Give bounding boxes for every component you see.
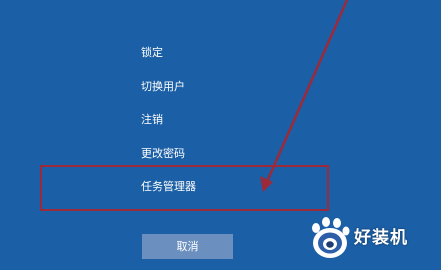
cancel-button[interactable]: 取消 xyxy=(142,234,233,259)
watermark-brand: 好装机 xyxy=(354,228,408,248)
menu-item-lock[interactable]: 锁定 xyxy=(141,46,163,60)
menu-item-switch-user[interactable]: 切换用户 xyxy=(141,80,185,94)
watermark: 好装机 xyxy=(300,214,441,270)
secure-attention-screen: 锁定 切换用户 注销 更改密码 任务管理器 取消 好装机 xyxy=(0,0,441,270)
menu-item-sign-out[interactable]: 注销 xyxy=(141,113,163,127)
menu-item-change-password[interactable]: 更改密码 xyxy=(141,147,185,161)
baidu-paw-icon xyxy=(312,217,350,258)
highlight-box xyxy=(40,165,329,211)
